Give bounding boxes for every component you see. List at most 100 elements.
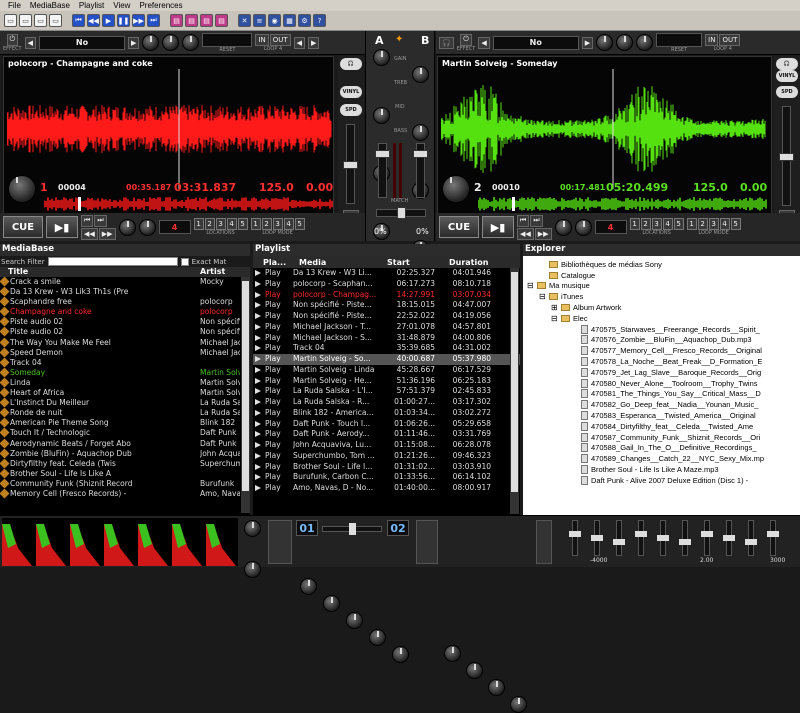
treb-b-knob[interactable] [412,124,429,141]
table-row[interactable]: Play Blink 182 - America... 01:03:34... 03:… [253,407,520,419]
cue-button[interactable]: CUE [3,216,43,238]
pitch-slider[interactable] [779,106,794,206]
rewind-button[interactable]: ◀◀ [517,227,534,240]
play-icon[interactable] [255,291,261,298]
table-row[interactable]: Play polocorp - Scaphan... 06:17.273 08:10.… [253,278,520,290]
loop-icon[interactable] [138,218,156,236]
folder-item[interactable]: Catalogue [523,270,800,281]
location-2[interactable]: 2 [640,218,651,230]
loop-out-button[interactable]: OUT [269,33,291,46]
play-icon[interactable] [255,345,261,352]
prev-effect-button[interactable]: ◀ [478,36,490,49]
list-item[interactable]: Zombie (BluFin) - Aquachop Dub John Acqua… [0,448,250,459]
pitch-slider[interactable] [343,124,358,204]
deck-b-waveform[interactable] [441,69,766,189]
eq-slider[interactable] [591,520,603,556]
list-item[interactable]: Someday Martin Solveig [0,367,250,378]
save-icon[interactable]: ▭ [49,14,62,27]
sampler-icon[interactable]: ▦ [283,14,296,27]
location-2[interactable]: 2 [204,218,215,230]
effect-knob[interactable] [162,34,180,51]
table-row[interactable]: Play polocorp - Champag... 14:27.991 03:07.… [253,289,520,301]
list-item[interactable]: Scaphandre free polocorp [0,297,250,307]
deck-b-overview[interactable] [478,197,768,211]
deck-a-power-button[interactable]: ⏻ [6,33,19,46]
eq-slider[interactable] [723,520,735,556]
loop-in-button[interactable]: IN [705,33,719,46]
list-item[interactable]: American Pie Theme Song Blink 182 [0,418,250,428]
tree-toggle-icon[interactable]: ⊟ [527,281,536,290]
location-1[interactable]: 1 [629,218,640,230]
title-column-header[interactable]: Title [0,267,200,277]
layout-icon[interactable]: ▤ [215,14,228,27]
menu-mediabase[interactable]: MediaBase [30,1,70,10]
spd-button[interactable]: SPD [776,86,798,98]
loop-next-button[interactable]: ▶ [308,36,320,49]
sampler-knob[interactable] [323,595,340,612]
layout-icon[interactable]: ▤ [170,14,183,27]
layout-icon[interactable]: ▤ [185,14,198,27]
list-item[interactable]: Track 04 [0,357,250,368]
playlist-scrollbar[interactable] [510,268,519,514]
file-item[interactable]: 470578_La_Noche__Beat_Freak__D_Formation… [523,356,800,367]
list-item[interactable]: Aerodynamic Beats / Forget Abo Daft Punk [0,438,250,449]
list-item[interactable]: Champagne and coke polocorp [0,307,250,317]
table-row[interactable]: Play Non spécifié - Piste... 22:52.022 04:1… [253,311,520,322]
deck-b-power-button[interactable]: ⏻ [460,33,472,46]
tree-toggle-icon[interactable]: ⊟ [551,314,560,323]
record-icon[interactable]: ◉ [268,14,281,27]
location-5[interactable]: 5 [673,218,684,230]
loop-mode-1[interactable]: 1 [250,218,261,230]
volume-a-fader[interactable] [375,143,390,198]
table-row[interactable]: Play Brother Soul - Life I... 01:31:02... 0… [253,461,520,473]
eq-slider[interactable] [569,520,581,556]
play-icon[interactable] [255,409,261,416]
rewind-icon[interactable]: ◀◀ [87,14,100,27]
settings-icon[interactable]: ⚙ [298,14,311,27]
folder-item[interactable]: ⊟ Elec [523,313,800,324]
brake-icon[interactable] [118,218,136,236]
jog-wheel[interactable] [442,175,470,203]
layout-icon[interactable]: ▤ [200,14,213,27]
file-item[interactable]: Brother Soul - Life Is Like A Maze.mp3 [523,464,800,475]
sampler-knob[interactable] [392,646,409,663]
skip-back-button[interactable]: ⏮ [517,214,530,227]
play-icon[interactable] [255,323,261,330]
location-4[interactable]: 4 [226,218,237,230]
file-item[interactable]: 470584_Dirtyfilthy_feat__Celeda__Twisted… [523,421,800,432]
play-icon[interactable] [255,366,261,373]
gain-b-knob[interactable] [412,66,429,83]
play-icon[interactable] [255,388,261,395]
list-item[interactable]: Memory Cell (Fresco Records) - Amo, Navas [0,488,250,499]
play-icon[interactable] [255,356,261,362]
file-item[interactable]: 470579_Jet_Lag_Slave__Baroque_Records__O… [523,367,800,378]
loop-mode-5[interactable]: 5 [730,218,741,230]
list-item[interactable]: Ronde de nuit La Ruda Salska [0,408,250,418]
table-row[interactable]: Play Martin Solveig - Linda 45:28.667 06:17… [253,364,520,376]
play-button[interactable]: ▶▮ [482,216,514,238]
file-item[interactable]: 470576_Zombie__BluFin__Aquachop_Dub.mp3 [523,335,800,346]
list-item[interactable]: Dirtyfilthy feat. Celeda (Twis Superchumb… [0,458,250,469]
eq-slider[interactable] [635,520,647,556]
table-row[interactable]: Play Martin Solveig - So... 40:00.687 05:37… [253,354,520,365]
skip-back-icon[interactable]: ⏮ [72,14,85,27]
loop-out-button[interactable]: OUT [719,33,741,46]
duration-column-header[interactable]: Duration [435,258,491,267]
vinyl-button[interactable]: VINYL [340,86,362,98]
list-item[interactable]: Heart of Africa Martin Solveig [0,388,250,398]
folder-item[interactable]: ⊟ Ma musique [523,281,800,292]
file-item[interactable]: 470589_Changes__Catch_22__NYC_Sexy_Mix.m… [523,453,800,464]
table-row[interactable]: Play Burufunk, Carbon C... 01:33:56... 06:1… [253,472,520,483]
file-item[interactable]: 470580_Never_Alone__Toolroom__Trophy_Twi… [523,378,800,389]
jog-wheel[interactable] [8,175,36,203]
table-row[interactable]: Play Daft Punk - Touch I... 01:06:26... 05:… [253,418,520,430]
loop-icon[interactable] [574,218,592,236]
table-row[interactable]: Play John Acquaviva, Lu... 01:15:08... 06:2… [253,440,520,451]
artist-column-header[interactable]: Artist [200,267,240,277]
table-row[interactable]: Play La Ruda Salska - R... 01:00:27... 03:1… [253,397,520,408]
list-item[interactable]: Crack a smile Mocky [0,277,250,287]
start-column-header[interactable]: Start [377,258,435,267]
list-item[interactable]: Piste audio 02 Non spécifié [0,327,250,337]
headphone-icon[interactable]: 🎧 [340,58,362,70]
eq-knob[interactable] [444,645,461,662]
